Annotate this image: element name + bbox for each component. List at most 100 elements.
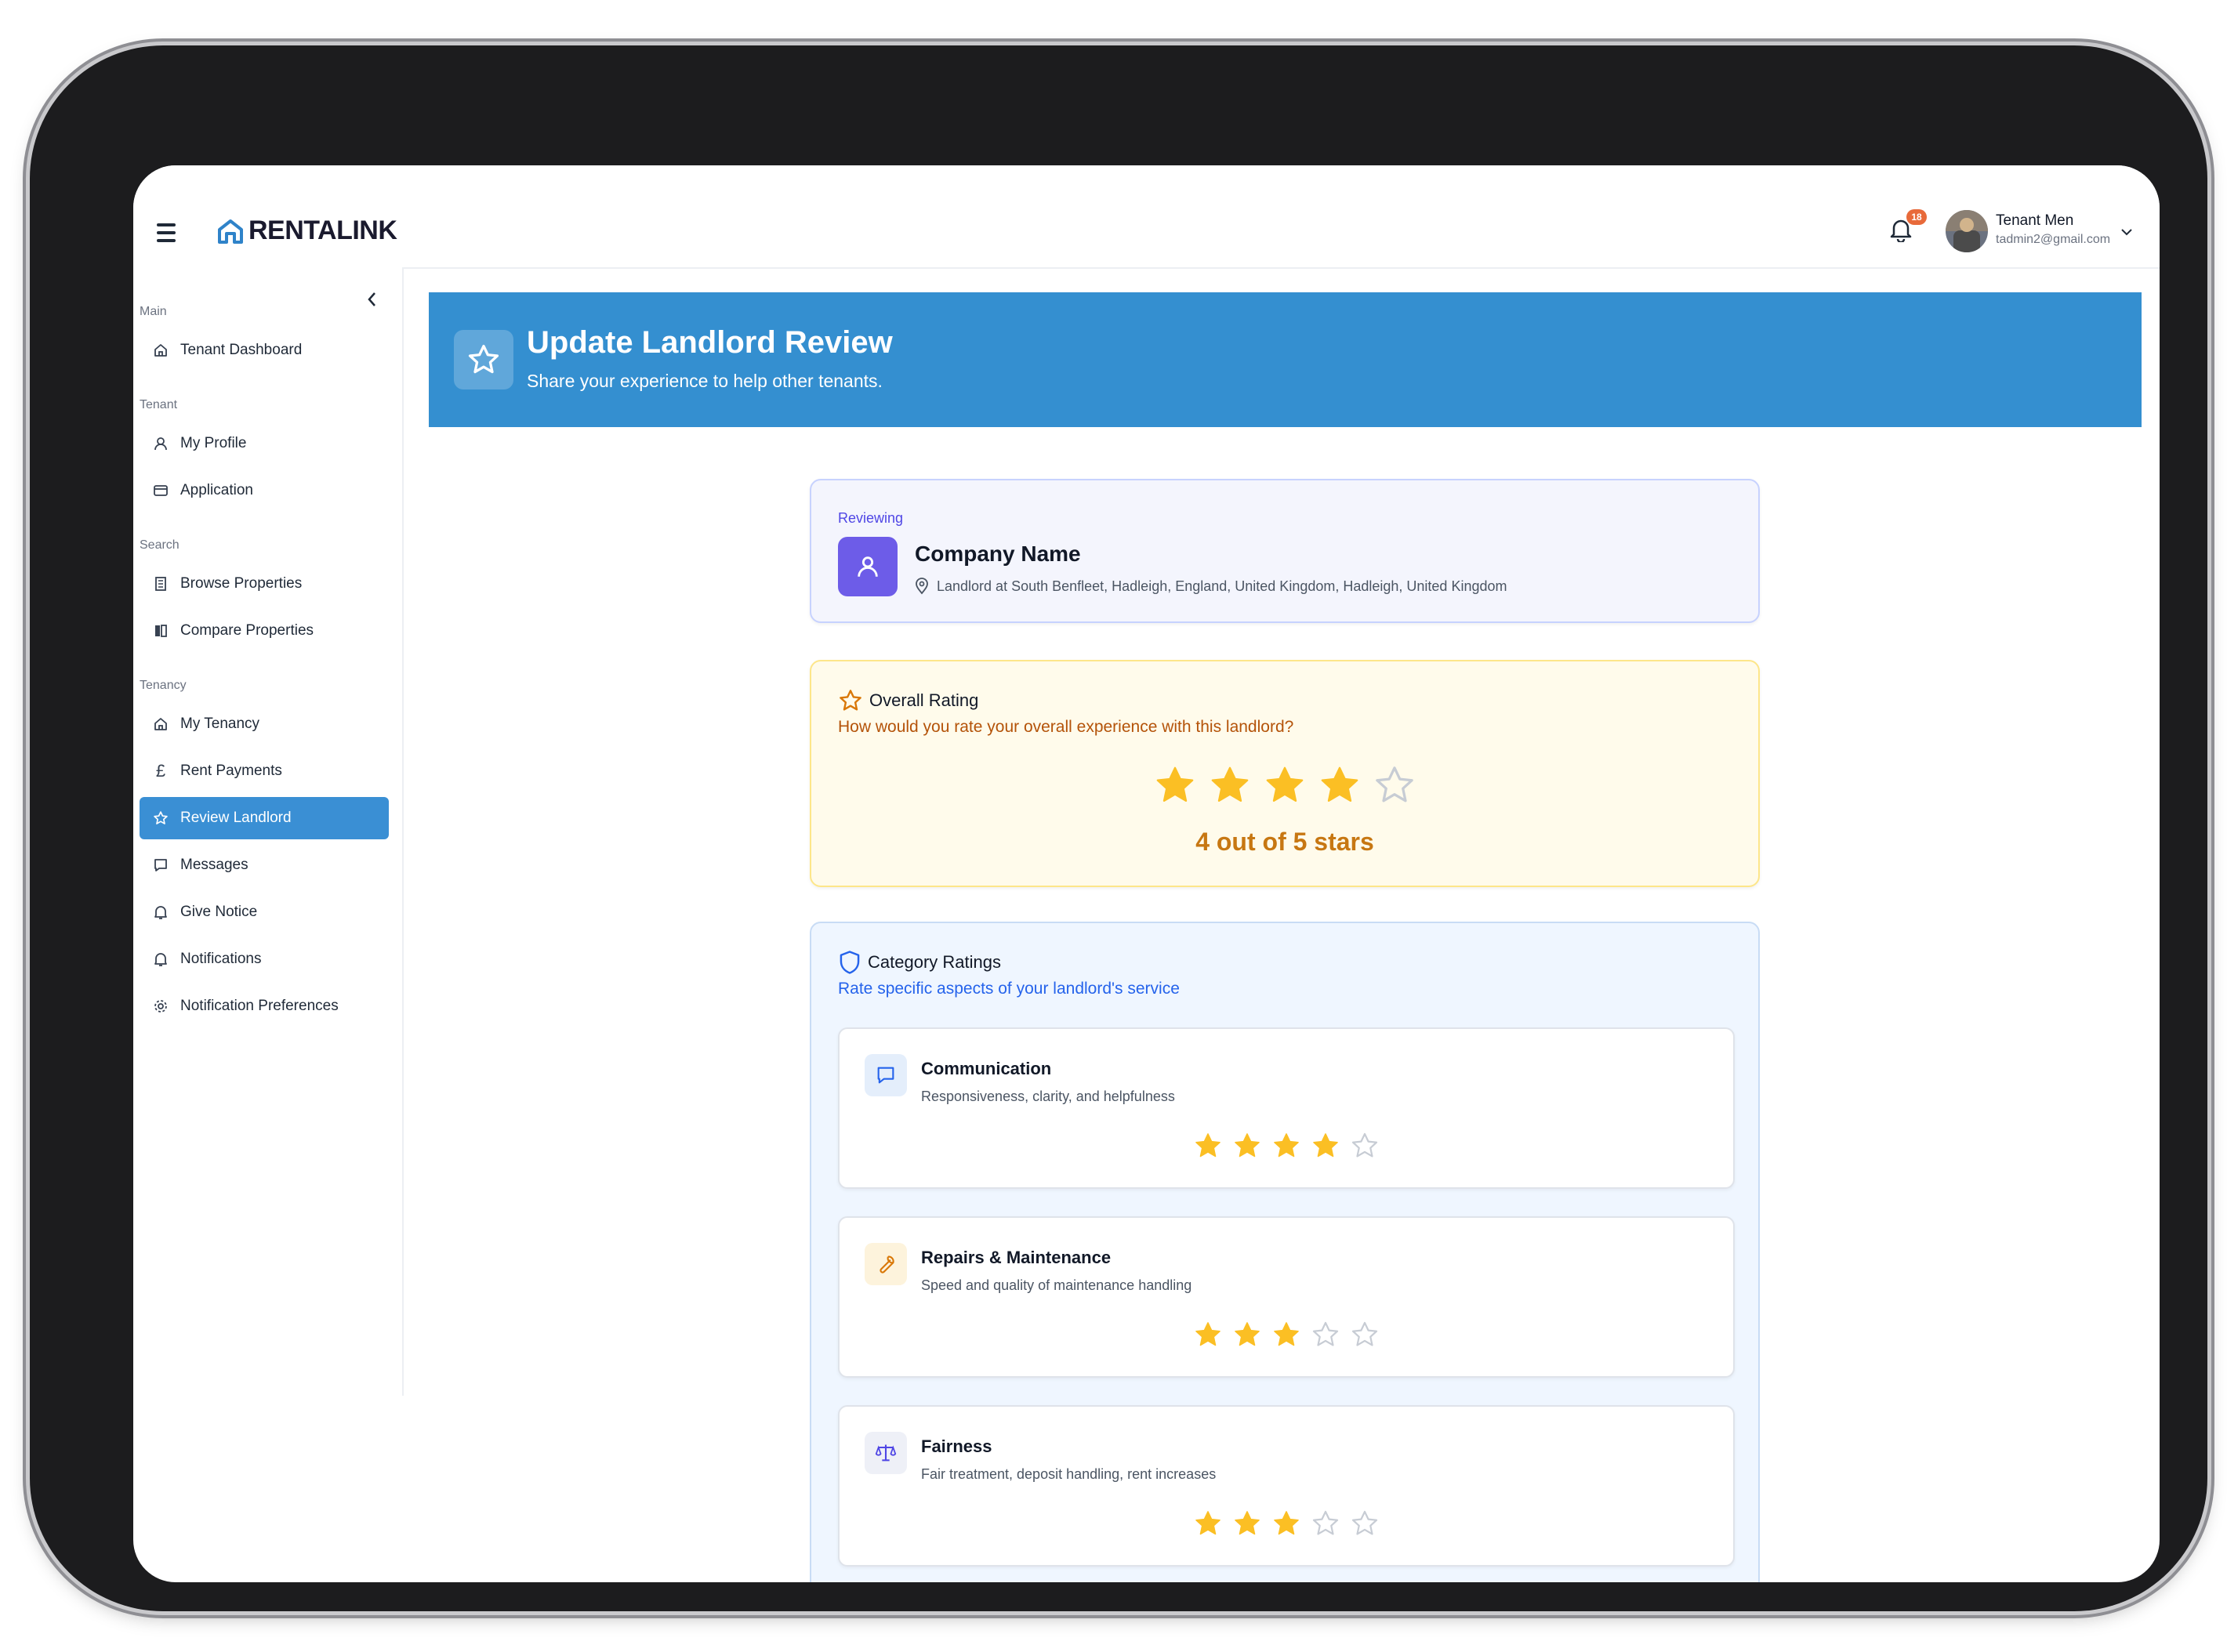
- sidebar-item-my-tenancy[interactable]: My Tenancy: [140, 703, 389, 745]
- home-icon: [152, 342, 169, 359]
- scale-icon: [865, 1432, 907, 1474]
- landlord-location: Landlord at South Benfleet, Hadleigh, En…: [915, 578, 1507, 595]
- home-icon: [152, 716, 169, 733]
- star-filled-icon[interactable]: [1271, 1131, 1301, 1161]
- star-empty-icon[interactable]: [1373, 763, 1416, 807]
- sidebar-item-label: Give Notice: [180, 904, 258, 920]
- category-ratings-header: Category Ratings: [838, 950, 1001, 975]
- star-filled-icon[interactable]: [1208, 763, 1252, 807]
- star-empty-icon[interactable]: [1311, 1509, 1340, 1538]
- user-icon: [152, 435, 169, 452]
- star-empty-icon[interactable]: [1350, 1131, 1380, 1161]
- star-filled-icon[interactable]: [1193, 1320, 1223, 1349]
- star-filled-icon[interactable]: [1271, 1320, 1301, 1349]
- sidebar-item-browse-properties[interactable]: Browse Properties: [140, 563, 389, 605]
- sidebar-item-label: Rent Payments: [180, 763, 282, 779]
- wrench-icon: [865, 1243, 907, 1285]
- sidebar-item-notifications[interactable]: Notifications: [140, 938, 389, 980]
- sidebar-item-tenant-dashboard[interactable]: Tenant Dashboard: [140, 329, 389, 371]
- sidebar-item-label: Notification Preferences: [180, 998, 339, 1014]
- sidebar-item-label: Messages: [180, 857, 248, 873]
- star-filled-icon[interactable]: [1232, 1509, 1262, 1538]
- star-filled-icon[interactable]: [1311, 1131, 1340, 1161]
- compare-icon: [152, 622, 169, 639]
- app-screen: RENTALINK 18 Tenant Men tadmin2@gmail.co…: [133, 165, 2160, 1582]
- sidebar-section-main: Main: [140, 305, 167, 318]
- overall-star-rating[interactable]: [811, 763, 1758, 807]
- menu-icon[interactable]: [157, 223, 176, 247]
- sidebar-item-messages[interactable]: Messages: [140, 844, 389, 886]
- star-filled-icon[interactable]: [1232, 1131, 1262, 1161]
- fairness-star-rating[interactable]: [840, 1509, 1733, 1538]
- building-icon: [152, 575, 169, 592]
- banner-star-icon: [454, 330, 513, 389]
- notification-count-badge: 18: [1906, 209, 1927, 225]
- sidebar-item-review-landlord[interactable]: Review Landlord: [140, 797, 389, 839]
- overall-rating-card: Overall Rating How would you rate your o…: [810, 660, 1760, 887]
- brand-logo[interactable]: RENTALINK: [217, 216, 397, 246]
- sidebar: Main Tenant Dashboard Tenant My Profile …: [133, 267, 404, 1396]
- chevron-down-icon[interactable]: [2120, 226, 2133, 241]
- card-icon: [152, 482, 169, 499]
- overall-rating-question: How would you rate your overall experien…: [838, 718, 1294, 736]
- message-icon: [865, 1054, 907, 1096]
- page-subtitle: Share your experience to help other tena…: [527, 371, 883, 391]
- category-item-communication: Communication Responsiveness, clarity, a…: [838, 1027, 1735, 1189]
- category-description: Responsiveness, clarity, and helpfulness: [921, 1089, 1175, 1104]
- sidebar-section-tenant: Tenant: [140, 398, 178, 411]
- star-filled-icon[interactable]: [1153, 763, 1197, 807]
- communication-star-rating[interactable]: [840, 1131, 1733, 1161]
- sidebar-item-label: Notifications: [180, 951, 262, 967]
- sidebar-item-rent-payments[interactable]: £ Rent Payments: [140, 750, 389, 792]
- bell-icon: [152, 904, 169, 921]
- sidebar-item-notification-preferences[interactable]: Notification Preferences: [140, 985, 389, 1027]
- sidebar-item-label: Application: [180, 482, 253, 498]
- user-name[interactable]: Tenant Men: [1996, 212, 2073, 230]
- star-filled-icon[interactable]: [1193, 1509, 1223, 1538]
- top-header: RENTALINK 18 Tenant Men tadmin2@gmail.co…: [133, 165, 2160, 269]
- star-filled-icon[interactable]: [1318, 763, 1362, 807]
- category-title: Communication: [921, 1059, 1052, 1078]
- user-icon: [838, 537, 898, 596]
- sidebar-item-label: Tenant Dashboard: [180, 342, 303, 358]
- avatar[interactable]: [1946, 210, 1988, 252]
- star-icon: [840, 690, 861, 711]
- bell-icon: [152, 951, 169, 968]
- sidebar-item-my-profile[interactable]: My Profile: [140, 422, 389, 465]
- star-empty-icon[interactable]: [1311, 1320, 1340, 1349]
- sidebar-section-search: Search: [140, 538, 180, 552]
- repairs-star-rating[interactable]: [840, 1320, 1733, 1349]
- shield-icon: [840, 951, 860, 974]
- sidebar-item-label: My Tenancy: [180, 716, 260, 732]
- sidebar-item-application[interactable]: Application: [140, 469, 389, 512]
- sidebar-item-compare-properties[interactable]: Compare Properties: [140, 610, 389, 652]
- category-description: Fair treatment, deposit handling, rent i…: [921, 1466, 1217, 1482]
- star-filled-icon[interactable]: [1193, 1131, 1223, 1161]
- chevron-left-icon: [368, 292, 375, 306]
- star-filled-icon[interactable]: [1263, 763, 1307, 807]
- message-icon: [152, 857, 169, 874]
- logo-house-icon: [218, 219, 243, 244]
- overall-rating-title: Overall Rating: [869, 690, 979, 710]
- pound-icon: £: [155, 761, 166, 781]
- brand-name: RENTALINK: [248, 216, 397, 245]
- star-empty-icon[interactable]: [1350, 1320, 1380, 1349]
- page-banner: Update Landlord Review Share your experi…: [429, 292, 2142, 427]
- reviewing-card: Reviewing Company Name Landlord at South…: [810, 479, 1760, 623]
- category-ratings-title: Category Ratings: [868, 952, 1001, 972]
- map-pin-icon: [916, 578, 928, 595]
- category-title: Fairness: [921, 1436, 992, 1456]
- star-filled-icon[interactable]: [1232, 1320, 1262, 1349]
- category-item-fairness: Fairness Fair treatment, deposit handlin…: [838, 1405, 1735, 1567]
- landlord-location-text: Landlord at South Benfleet, Hadleigh, En…: [937, 578, 1507, 594]
- star-icon: [152, 810, 169, 827]
- tablet-frame: RENTALINK 18 Tenant Men tadmin2@gmail.co…: [30, 45, 2207, 1611]
- user-email: tadmin2@gmail.com: [1996, 233, 2111, 246]
- sidebar-item-give-notice[interactable]: Give Notice: [140, 891, 389, 933]
- collapse-sidebar-button[interactable]: [365, 291, 379, 312]
- sidebar-section-tenancy: Tenancy: [140, 679, 187, 692]
- sidebar-item-label: Compare Properties: [180, 622, 314, 639]
- category-item-repairs-maintenance: Repairs & Maintenance Speed and quality …: [838, 1216, 1735, 1378]
- star-empty-icon[interactable]: [1350, 1509, 1380, 1538]
- star-filled-icon[interactable]: [1271, 1509, 1301, 1538]
